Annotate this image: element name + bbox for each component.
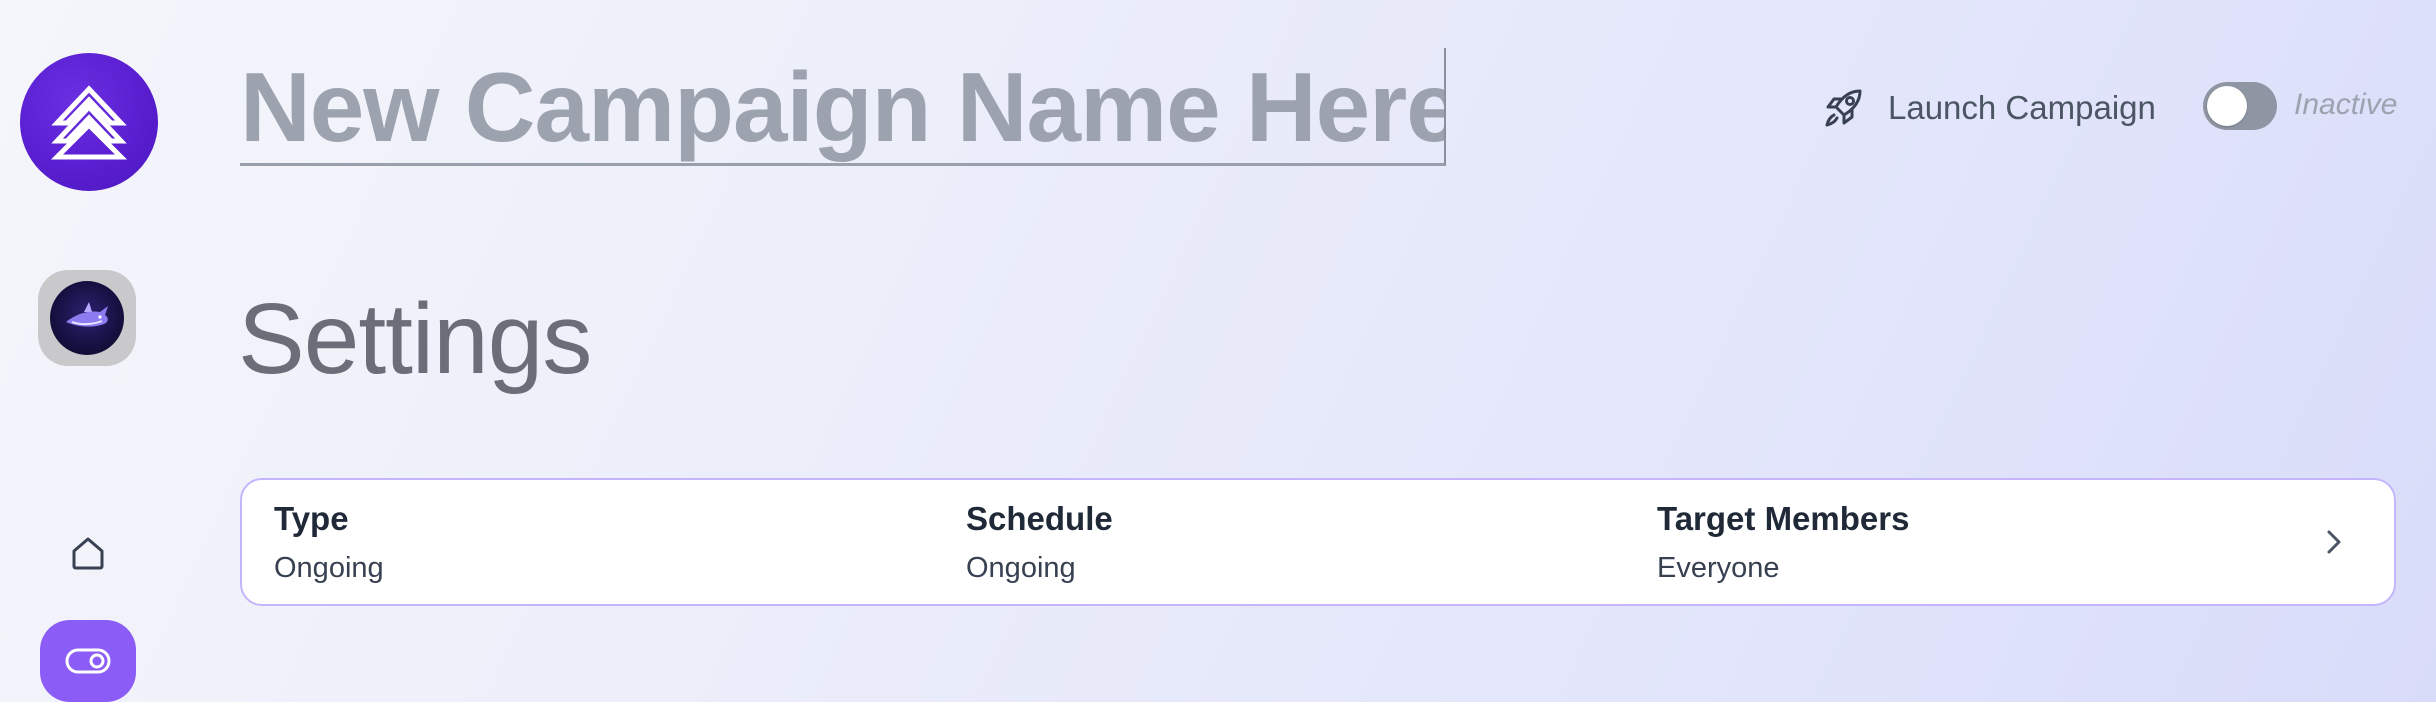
column-value: Everyone (1657, 552, 1780, 584)
user-avatar-button[interactable] (38, 270, 136, 366)
settings-column-schedule: Schedule Ongoing (966, 500, 1113, 585)
sidebar (0, 0, 180, 702)
campaign-status-toggle[interactable] (2203, 82, 2277, 130)
settings-summary-card[interactable]: Type Ongoing Schedule Ongoing Target Mem… (240, 478, 2396, 606)
avatar (50, 281, 124, 355)
settings-column-type: Type Ongoing (274, 500, 384, 585)
shark-icon (66, 302, 108, 327)
page-title: Settings (238, 283, 592, 395)
column-value: Ongoing (966, 552, 1076, 584)
launch-campaign-button[interactable]: Launch Campaign (1820, 80, 2156, 136)
home-icon (72, 537, 104, 570)
launch-campaign-label: Launch Campaign (1888, 89, 2156, 126)
status-label: Inactive (2294, 88, 2398, 121)
column-title: Target Members (1657, 500, 1910, 537)
nav-campaigns-button[interactable] (40, 620, 136, 702)
chevron-right-icon[interactable] (2314, 522, 2354, 562)
toggle-knob (2207, 86, 2247, 126)
column-value: Ongoing (274, 552, 384, 584)
column-title: Schedule (966, 500, 1113, 537)
stacked-chevrons-logo-icon (50, 85, 128, 160)
nav-home-button[interactable] (60, 525, 116, 581)
rocket-icon (1825, 89, 1862, 127)
campaign-name-input[interactable]: New Campaign Name Here (240, 48, 1446, 166)
column-title: Type (274, 500, 349, 537)
settings-column-target-members: Target Members Everyone (1657, 500, 1909, 585)
app-logo[interactable] (20, 53, 158, 191)
toggle-icon (65, 648, 111, 674)
